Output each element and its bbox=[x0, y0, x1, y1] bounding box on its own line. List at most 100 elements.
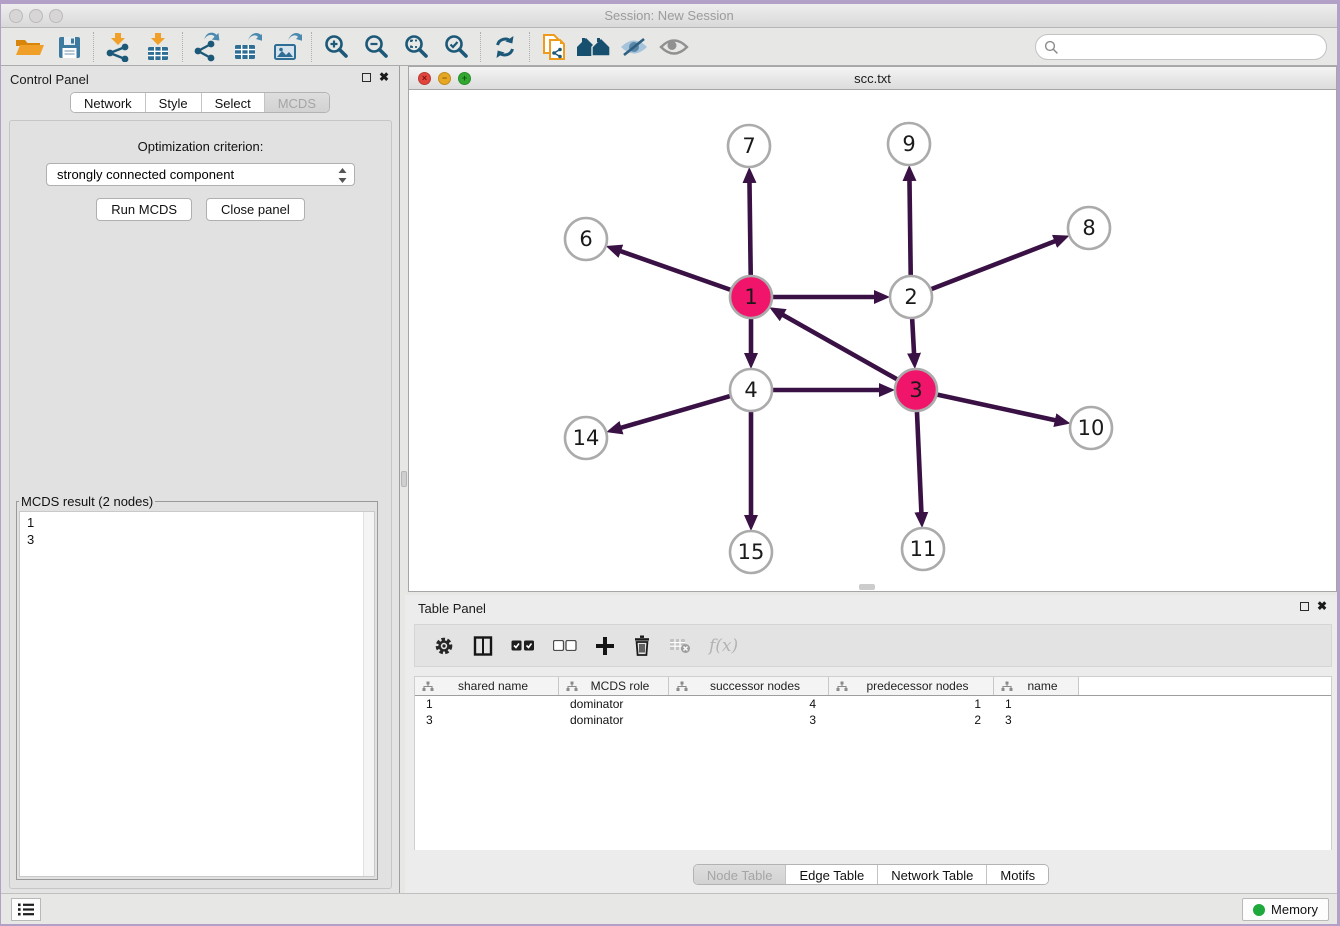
zoom-out-button[interactable] bbox=[356, 31, 396, 63]
mcds-result-list[interactable]: 13 bbox=[19, 511, 375, 877]
tab-style[interactable]: Style bbox=[145, 93, 201, 112]
add-row-icon[interactable] bbox=[595, 636, 615, 656]
network-canvas[interactable]: 7 9 6 8 1 2 4 3 14 10 15 11 bbox=[409, 90, 1336, 591]
graph-node-3[interactable]: 3 bbox=[895, 369, 937, 411]
graph-node-6[interactable]: 6 bbox=[565, 218, 607, 260]
deselect-checkboxes-icon[interactable] bbox=[553, 640, 577, 651]
export-network-button[interactable] bbox=[187, 31, 227, 63]
graph-node-2[interactable]: 2 bbox=[890, 276, 932, 318]
tab-select[interactable]: Select bbox=[201, 93, 264, 112]
graph-edge-2-9[interactable] bbox=[909, 180, 910, 277]
graph-edge-3-1[interactable] bbox=[782, 315, 898, 381]
home-layout-button[interactable] bbox=[574, 31, 614, 63]
graph-node-15[interactable]: 15 bbox=[730, 531, 772, 573]
tab-mcds[interactable]: MCDS bbox=[264, 93, 329, 112]
mcds-result-box: MCDS result (2 nodes) 13 bbox=[16, 494, 378, 880]
delete-row-icon[interactable] bbox=[633, 635, 651, 656]
table-row[interactable]: 3dominator323 bbox=[415, 712, 1331, 728]
clone-network-button[interactable] bbox=[534, 31, 574, 63]
graph-node-14[interactable]: 14 bbox=[565, 417, 607, 459]
table-cell[interactable]: 1 bbox=[994, 696, 1079, 712]
export-image-button[interactable] bbox=[267, 31, 307, 63]
show-all-button[interactable] bbox=[654, 31, 694, 63]
search-field-wrap bbox=[1035, 34, 1327, 60]
graph-edge-3-10[interactable] bbox=[936, 394, 1056, 420]
column-header-name[interactable]: name bbox=[994, 677, 1079, 695]
tab-network[interactable]: Network bbox=[71, 93, 145, 112]
network-graph[interactable]: 7 9 6 8 1 2 4 3 14 10 15 11 bbox=[409, 90, 1336, 591]
network-window-titlebar[interactable]: × − + scc.txt bbox=[409, 67, 1336, 90]
graph-edge-1-7[interactable] bbox=[749, 182, 750, 277]
status-bar: Memory bbox=[1, 893, 1337, 924]
graph-node-11[interactable]: 11 bbox=[902, 528, 944, 570]
run-mcds-button[interactable]: Run MCDS bbox=[96, 198, 192, 221]
tab-node-table[interactable]: Node Table bbox=[694, 865, 786, 884]
memory-label: Memory bbox=[1271, 902, 1318, 917]
search-input[interactable] bbox=[1035, 34, 1327, 60]
zoom-selected-button[interactable] bbox=[436, 31, 476, 63]
column-header-MCDS-role[interactable]: MCDS role bbox=[559, 677, 669, 695]
node-table[interactable]: shared nameMCDS rolesuccessor nodesprede… bbox=[414, 676, 1332, 850]
table-cell[interactable]: dominator bbox=[559, 696, 669, 712]
zoom-selected-icon bbox=[443, 33, 470, 60]
network-view-window: × − + scc.txt 7 9 6 8 1 2 4 3 14 10 15 11 bbox=[408, 66, 1337, 592]
graph-node-7[interactable]: 7 bbox=[728, 125, 770, 167]
table-cell[interactable]: 1 bbox=[415, 696, 559, 712]
tab-motifs[interactable]: Motifs bbox=[986, 865, 1048, 884]
table-cell[interactable]: dominator bbox=[559, 712, 669, 728]
import-table-button[interactable] bbox=[138, 31, 178, 63]
show-column-panel-icon[interactable] bbox=[473, 636, 493, 656]
settings-gear-icon[interactable] bbox=[433, 635, 455, 657]
zoom-in-button[interactable] bbox=[316, 31, 356, 63]
canvas-scroll-handle[interactable] bbox=[859, 584, 875, 590]
graph-edge-3-11[interactable] bbox=[917, 410, 922, 513]
hide-selected-button[interactable] bbox=[614, 31, 654, 63]
graph-edge-2-8[interactable] bbox=[930, 241, 1056, 290]
zoom-fit-button[interactable] bbox=[396, 31, 436, 63]
table-row[interactable]: 1dominator411 bbox=[415, 696, 1331, 712]
table-cell[interactable]: 4 bbox=[669, 696, 829, 712]
column-header-shared-name[interactable]: shared name bbox=[415, 677, 559, 695]
graph-node-1[interactable]: 1 bbox=[730, 276, 772, 318]
table-cell[interactable]: 3 bbox=[415, 712, 559, 728]
task-history-button[interactable] bbox=[11, 898, 41, 921]
graph-node-9[interactable]: 9 bbox=[888, 123, 930, 165]
close-table-panel-icon[interactable]: ✖ bbox=[1317, 601, 1327, 612]
float-table-panel-icon[interactable] bbox=[1300, 602, 1309, 611]
export-table-button[interactable] bbox=[227, 31, 267, 63]
column-header-predecessor-nodes[interactable]: predecessor nodes bbox=[829, 677, 994, 695]
splitter-handle[interactable] bbox=[401, 471, 407, 487]
criterion-dropdown[interactable]: strongly connected component bbox=[46, 163, 355, 186]
graph-node-10[interactable]: 10 bbox=[1070, 407, 1112, 449]
optimization-criterion-label: Optimization criterion: bbox=[10, 139, 391, 154]
export-image-icon bbox=[272, 32, 302, 62]
graph-edge-2-3[interactable] bbox=[912, 317, 914, 354]
table-cell[interactable]: 1 bbox=[829, 696, 994, 712]
column-header-successor-nodes[interactable]: successor nodes bbox=[669, 677, 829, 695]
close-panel-icon[interactable]: ✖ bbox=[379, 72, 389, 83]
refresh-view-button[interactable] bbox=[485, 31, 525, 63]
eye-slash-icon bbox=[618, 36, 650, 58]
graph-edge-4-14[interactable] bbox=[621, 396, 732, 428]
table-cell[interactable]: 3 bbox=[994, 712, 1079, 728]
graph-node-label: 11 bbox=[910, 537, 937, 561]
float-panel-icon[interactable] bbox=[362, 73, 371, 82]
tab-network-table[interactable]: Network Table bbox=[877, 865, 986, 884]
tab-edge-table[interactable]: Edge Table bbox=[785, 865, 877, 884]
select-all-checkboxes-icon[interactable] bbox=[511, 640, 535, 651]
graph-node-8[interactable]: 8 bbox=[1068, 207, 1110, 249]
close-panel-button[interactable]: Close panel bbox=[206, 198, 305, 221]
toolbar-separator bbox=[480, 32, 481, 62]
result-scrollbar[interactable] bbox=[363, 512, 374, 876]
table-cell[interactable]: 3 bbox=[669, 712, 829, 728]
save-session-button[interactable] bbox=[49, 31, 89, 63]
open-session-button[interactable] bbox=[9, 31, 49, 63]
save-floppy-icon bbox=[56, 34, 82, 60]
memory-button[interactable]: Memory bbox=[1242, 898, 1329, 921]
criterion-value: strongly connected component bbox=[57, 167, 234, 182]
graph-node-4[interactable]: 4 bbox=[730, 369, 772, 411]
table-cell[interactable]: 2 bbox=[829, 712, 994, 728]
graph-edge-1-6[interactable] bbox=[620, 251, 732, 290]
import-network-button[interactable] bbox=[98, 31, 138, 63]
main-toolbar bbox=[1, 28, 1337, 66]
